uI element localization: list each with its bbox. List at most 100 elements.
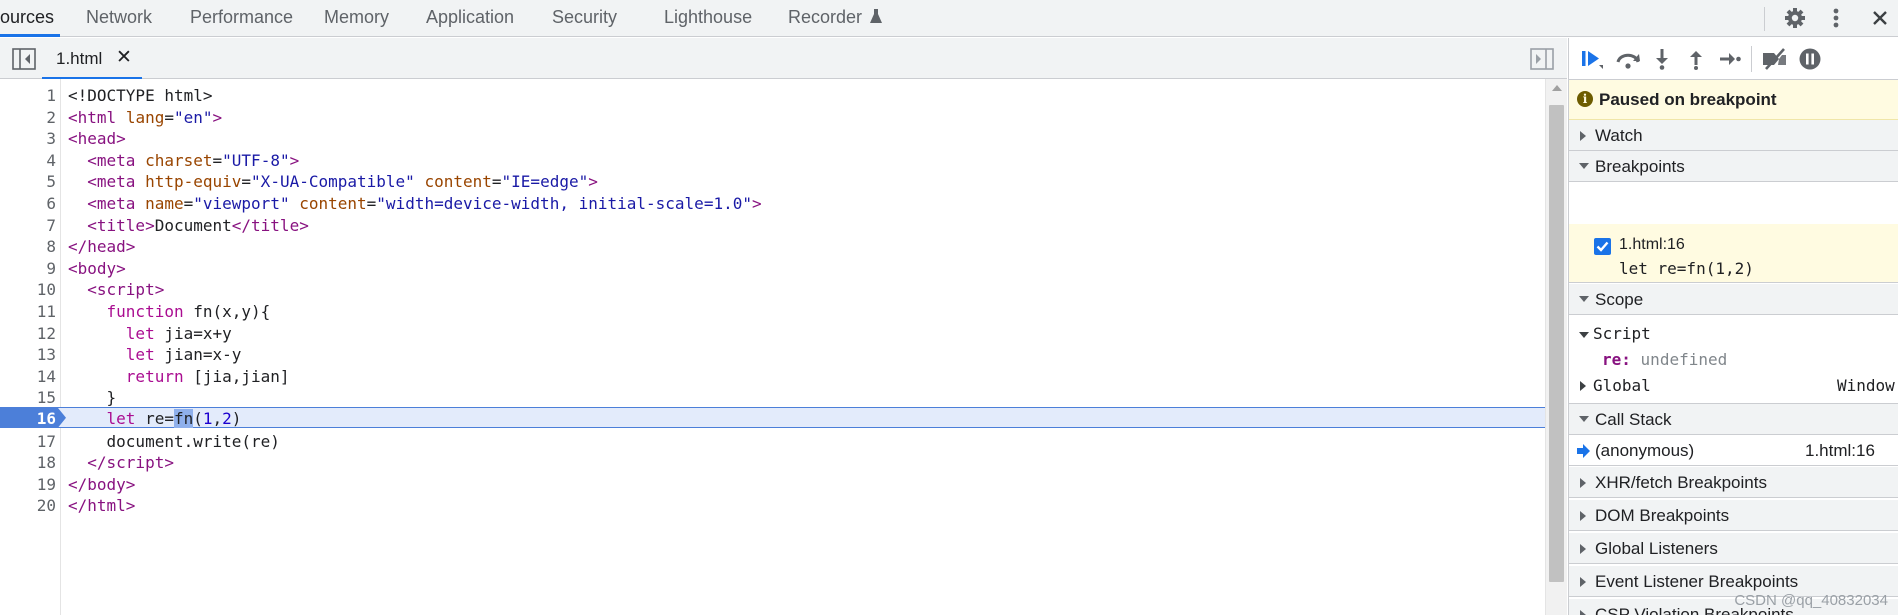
code-line[interactable]: 11 function fn(x,y){ [0, 301, 1545, 323]
tab-label: ources [0, 7, 55, 27]
section-breakpoints[interactable]: Breakpoints [1569, 151, 1898, 182]
code-line[interactable]: 14 return [jia,jian] [0, 366, 1545, 388]
section-scope[interactable]: Scope [1569, 284, 1898, 315]
line-number[interactable]: 16 [0, 409, 56, 428]
line-number[interactable]: 4 [0, 151, 56, 170]
code-line[interactable]: 6 <meta name="viewport" content="width=d… [0, 193, 1545, 215]
scope-script-node[interactable]: Script [1579, 324, 1651, 343]
code-line[interactable]: 13 let jian=x-y [0, 344, 1545, 366]
scope-variable[interactable]: re: undefined [1602, 350, 1727, 369]
scroll-thumb[interactable] [1549, 105, 1564, 582]
line-number[interactable]: 6 [0, 194, 56, 213]
tab-security[interactable]: Security [552, 0, 617, 37]
line-number[interactable]: 11 [0, 302, 56, 321]
tab-memory[interactable]: Memory [324, 0, 389, 37]
divider [1764, 7, 1765, 31]
close-icon[interactable] [1867, 5, 1893, 31]
code-line[interactable]: 18 </script> [0, 452, 1545, 474]
section-label: Event Listener Breakpoints [1595, 572, 1799, 591]
line-number[interactable]: 8 [0, 237, 56, 256]
step-out-icon[interactable] [1681, 46, 1711, 72]
line-number[interactable]: 7 [0, 216, 56, 235]
line-number[interactable]: 9 [0, 259, 56, 278]
collapse-arrow-icon [1579, 296, 1589, 302]
code-line[interactable]: 9 <body> [0, 258, 1545, 280]
step-icon[interactable] [1715, 46, 1745, 72]
breakpoint-item[interactable]: 1.html:16 let re=fn(1,2) [1569, 224, 1898, 283]
code-text: <meta http-equiv="X-UA-Compatible" conte… [87, 172, 598, 192]
code-line-execution[interactable]: 16 let re=fn(1,2) [0, 406, 1545, 429]
gear-icon[interactable] [1782, 5, 1808, 31]
line-number[interactable]: 15 [0, 388, 56, 407]
expand-arrow-icon [1580, 610, 1586, 615]
line-number[interactable]: 10 [0, 280, 56, 299]
line-number[interactable]: 2 [0, 108, 56, 127]
tab-network[interactable]: Network [86, 0, 152, 37]
expand-arrow-icon [1580, 544, 1586, 554]
tab-performance[interactable]: Performance [190, 0, 293, 37]
expand-arrow-icon [1580, 511, 1586, 521]
code-editor[interactable]: 1 <!DOCTYPE html> 2 <html lang="en"> 3 <hea… [0, 79, 1567, 615]
call-frame-location[interactable]: 1.html:16 [1805, 441, 1875, 461]
code-line[interactable]: 17 document.write(re) [0, 431, 1545, 453]
expand-arrow-icon [1580, 577, 1586, 587]
tab-lighthouse[interactable]: Lighthouse [664, 0, 752, 37]
tab-label: Lighthouse [664, 7, 753, 27]
code-line[interactable]: 10 <script> [0, 279, 1545, 301]
code-line[interactable]: 8 </head> [0, 236, 1545, 258]
deactivate-breakpoints-icon[interactable] [1759, 46, 1789, 72]
line-number[interactable]: 19 [0, 475, 56, 494]
code-text: </head> [68, 237, 136, 257]
line-number[interactable]: 18 [0, 453, 56, 472]
variable-value: undefined [1640, 350, 1728, 369]
code-line[interactable]: 1 <!DOCTYPE html> [0, 85, 1545, 107]
show-navigator-icon[interactable] [12, 48, 36, 70]
step-over-icon[interactable] [1613, 46, 1643, 72]
file-tab-1-html[interactable]: 1.html ✕ [42, 38, 142, 79]
section-dom-breakpoints[interactable]: DOM Breakpoints [1569, 500, 1898, 531]
section-label: DOM Breakpoints [1595, 506, 1730, 525]
debugger-toolbar [1569, 38, 1898, 80]
resume-icon[interactable] [1577, 46, 1607, 72]
line-number[interactable]: 14 [0, 367, 56, 386]
scroll-up-icon[interactable] [1552, 85, 1562, 91]
tab-application[interactable]: Application [426, 0, 514, 37]
section-call-stack[interactable]: Call Stack [1569, 404, 1898, 435]
line-number[interactable]: 1 [0, 86, 56, 105]
expand-arrow-icon [1580, 478, 1586, 488]
breakpoint-location[interactable]: 1.html:16 [1619, 236, 1685, 254]
kebab-menu-icon[interactable] [1823, 5, 1849, 31]
call-frame[interactable]: (anonymous) 1.html:16 [1569, 436, 1898, 466]
code-line[interactable]: 19 </body> [0, 474, 1545, 496]
tab-sources[interactable]: ources [0, 0, 60, 37]
scope-global-node[interactable]: Global [1579, 376, 1651, 395]
line-number[interactable]: 5 [0, 172, 56, 191]
line-number[interactable]: 13 [0, 345, 56, 364]
line-number[interactable]: 17 [0, 432, 56, 451]
breakpoint-checkbox[interactable] [1594, 238, 1611, 255]
code-line[interactable]: 7 <title>Document</title> [0, 215, 1545, 237]
code-line[interactable]: 12 let jia=x+y [0, 323, 1545, 345]
line-number[interactable]: 3 [0, 129, 56, 148]
pause-on-exceptions-icon[interactable] [1795, 46, 1825, 72]
line-number[interactable]: 12 [0, 324, 56, 343]
section-label: Breakpoints [1595, 157, 1685, 176]
line-number[interactable]: 20 [0, 496, 56, 515]
code-line[interactable]: 5 <meta http-equiv="X-UA-Compatible" con… [0, 171, 1545, 193]
code-line[interactable]: 4 <meta charset="UTF-8"> [0, 150, 1545, 172]
section-xhr-breakpoints[interactable]: XHR/fetch Breakpoints [1569, 467, 1898, 498]
section-watch[interactable]: Watch [1569, 120, 1898, 151]
editor-scrollbar[interactable] [1545, 79, 1567, 615]
close-tab-icon[interactable]: ✕ [116, 47, 132, 69]
code-text: document.write(re) [68, 431, 280, 451]
show-debugger-icon[interactable] [1530, 48, 1554, 70]
code-line[interactable]: 20 </html> [0, 495, 1545, 517]
section-label: Call Stack [1595, 410, 1672, 429]
code-line[interactable]: 3 <head> [0, 128, 1545, 150]
tab-recorder[interactable]: Recorder [788, 0, 883, 37]
code-text: <meta charset="UTF-8"> [87, 150, 300, 170]
section-global-listeners[interactable]: Global Listeners [1569, 533, 1898, 564]
code-line[interactable]: 2 <html lang="en"> [0, 107, 1545, 129]
code-text: </html> [68, 496, 136, 516]
step-into-icon[interactable] [1647, 46, 1677, 72]
